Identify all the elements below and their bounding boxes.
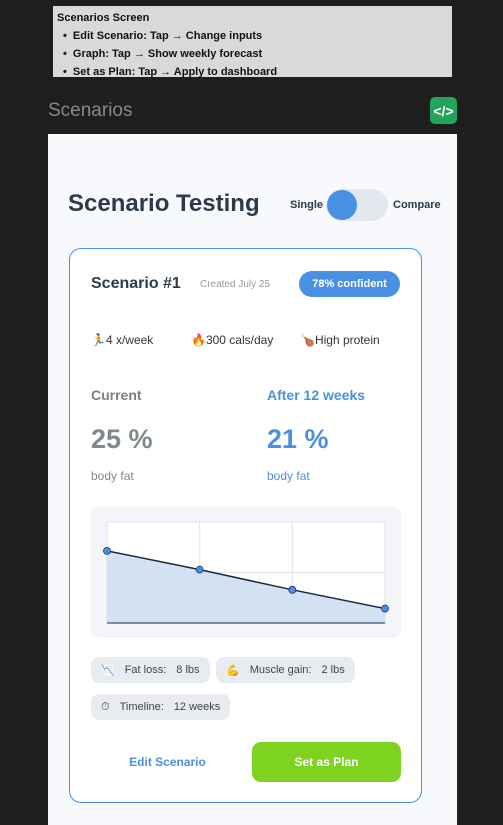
confidence-badge: 78% confident [299,271,400,297]
toggle-compare-label: Compare [393,199,441,211]
after-unit: body fat [267,469,310,483]
page-title: Scenario Testing [68,190,260,217]
chip-value: 2 lbs [321,664,345,676]
edit-scenario-button[interactable]: Edit Scenario [110,742,225,782]
fat-loss-chip: 📉 Fat loss: 8 lbs [91,657,210,683]
running-icon: 🏃 [91,333,106,347]
set-as-plan-button[interactable]: Set as Plan [252,742,401,782]
screen-title: Scenarios [48,100,133,121]
after-value: 21 % [267,424,329,454]
toggle-single-label: Single [290,199,324,211]
chip-label: Muscle gain: [249,664,312,676]
tag-calories: 🔥300 cals/day [191,333,273,347]
scenario-card: Scenario #1 Created July 25 78% confiden… [69,248,422,803]
tag-text: High protein [314,333,380,347]
data-point [103,546,111,555]
tag-text: 300 cals/day [205,333,274,347]
tag-text: 4 x/week [105,333,154,347]
chip-value: 12 weeks [173,701,221,713]
stopwatch-icon: ⏱ [101,700,110,713]
toggle-knob [327,190,357,220]
data-point [381,604,389,613]
chip-label: Fat loss: [124,664,167,676]
annotation-note: Scenarios Screen Edit Scenario: Tap → Ch… [53,6,452,78]
data-point [288,585,297,594]
after-label: After 12 weeks [267,387,366,403]
note-item: Set as Plan: Tap → Apply to dashboard [63,63,448,81]
created-date: Created July 25 [200,279,271,290]
muscle-gain-chip: 💪 Muscle gain: 2 lbs [216,657,355,683]
current-value: 25 % [91,424,153,454]
flexed-bicep-icon: 💪 [226,664,240,677]
note-title: Scenarios Screen [57,12,150,24]
timeline-chip: ⏱ Timeline: 12 weeks [91,694,231,720]
chip-value: 8 lbs [176,664,200,676]
scenario-name: Scenario #1 [91,275,181,292]
current-unit: body fat [91,469,134,483]
note-item: Graph: Tap → Show weekly forecast [63,45,448,63]
forecast-chart[interactable] [91,507,401,638]
code-icon[interactable]: </> [430,97,457,124]
tag-diet: 🍗High protein [300,333,380,347]
note-item: Edit Scenario: Tap → Change inputs [63,27,448,45]
chip-label: Timeline: [119,701,164,713]
single-compare-toggle[interactable] [326,189,388,221]
drumstick-icon: 🍗 [300,333,315,347]
chart-down-icon: 📉 [101,664,115,677]
current-label: Current [91,387,142,403]
forecast-graph[interactable] [91,507,401,638]
data-point [195,565,204,574]
fire-icon: 🔥 [191,333,206,347]
tag-exercise: 🏃4 x/week [91,333,153,347]
phone-screen: Scenario Testing Single Compare Scenario… [48,134,457,825]
